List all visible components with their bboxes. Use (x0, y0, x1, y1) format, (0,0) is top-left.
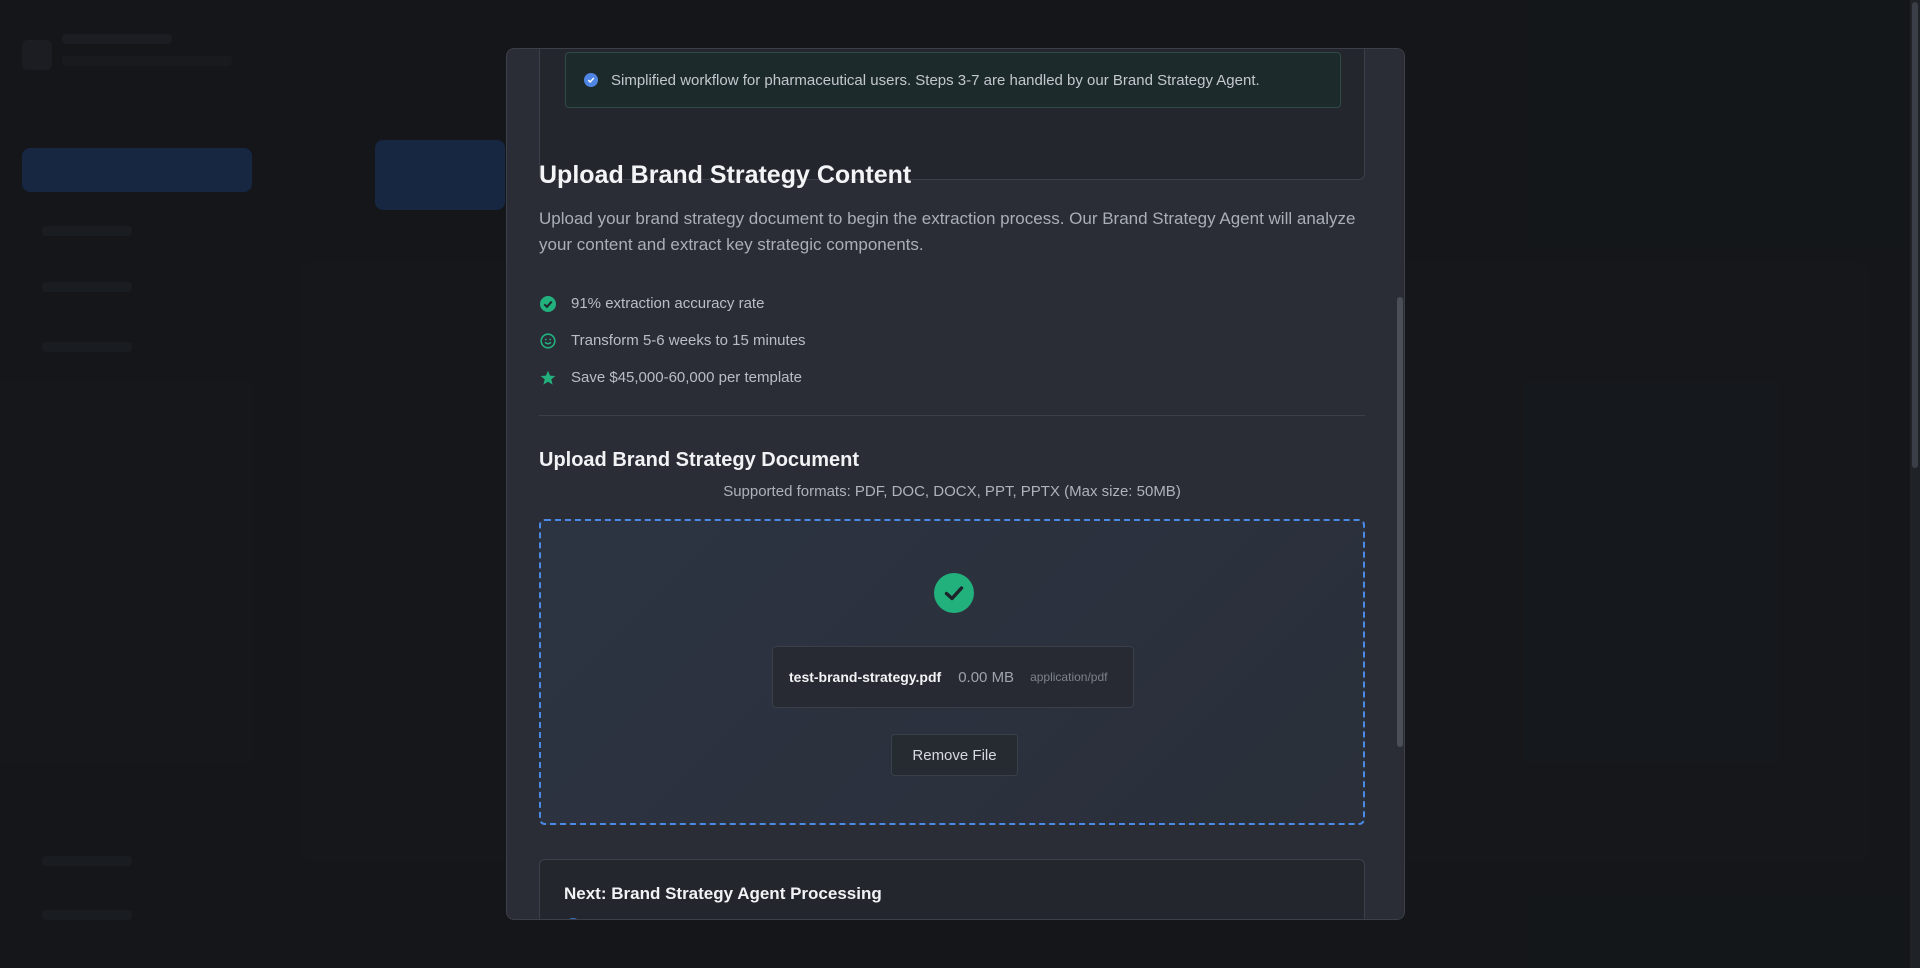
feature-text: 91% extraction accuracy rate (571, 295, 765, 312)
feature-item: Transform 5-6 weeks to 15 minutes (539, 322, 806, 359)
uploaded-file-card: test-brand-strategy.pdf 0.00 MB applicat… (772, 646, 1134, 708)
feature-text: Save $45,000-60,000 per template (571, 369, 802, 386)
star-icon (539, 369, 557, 387)
remove-file-button[interactable]: Remove File (891, 734, 1018, 776)
upload-title: Upload Brand Strategy Document (539, 449, 860, 471)
smile-icon (539, 332, 557, 350)
file-size: 0.00 MB (958, 668, 1015, 686)
modal-scroll-area[interactable]: Simplified workflow for pharmaceutical u… (507, 49, 1404, 919)
next-step-panel: Next: Brand Strategy Agent Processing (539, 859, 1365, 919)
upload-success-icon (934, 573, 974, 613)
upload-modal: Simplified workflow for pharmaceutical u… (506, 48, 1405, 920)
step-indicator-icon (564, 918, 582, 919)
page-scrollbar[interactable] (1910, 0, 1920, 968)
supported-formats: Supported formats: PDF, DOC, DOCX, PPT, … (723, 483, 1181, 500)
feature-item: Save $45,000-60,000 per template (539, 359, 806, 396)
info-banner-text: Simplified workflow for pharmaceutical u… (611, 71, 1260, 89)
check-circle-icon (539, 295, 557, 313)
modal-scrollbar[interactable] (1396, 49, 1404, 919)
section-title: Upload Brand Strategy Content (539, 161, 912, 189)
modal-scrollbar-thumb[interactable] (1397, 297, 1403, 747)
file-type: application/pdf (1030, 670, 1108, 684)
section-description: Upload your brand strategy document to b… (539, 209, 1356, 254)
next-step-title: Next: Brand Strategy Agent Processing (564, 884, 882, 903)
page-scrollbar-thumb[interactable] (1912, 2, 1918, 468)
feature-text: Transform 5-6 weeks to 15 minutes (571, 332, 806, 349)
file-name: test-brand-strategy.pdf (789, 669, 942, 685)
divider (539, 415, 1365, 416)
feature-list: 91% extraction accuracy rate Transform 5… (539, 285, 806, 396)
info-banner: Simplified workflow for pharmaceutical u… (565, 52, 1341, 108)
feature-item: 91% extraction accuracy rate (539, 285, 806, 322)
info-check-icon (584, 73, 598, 87)
file-dropzone[interactable]: test-brand-strategy.pdf 0.00 MB applicat… (539, 519, 1365, 825)
